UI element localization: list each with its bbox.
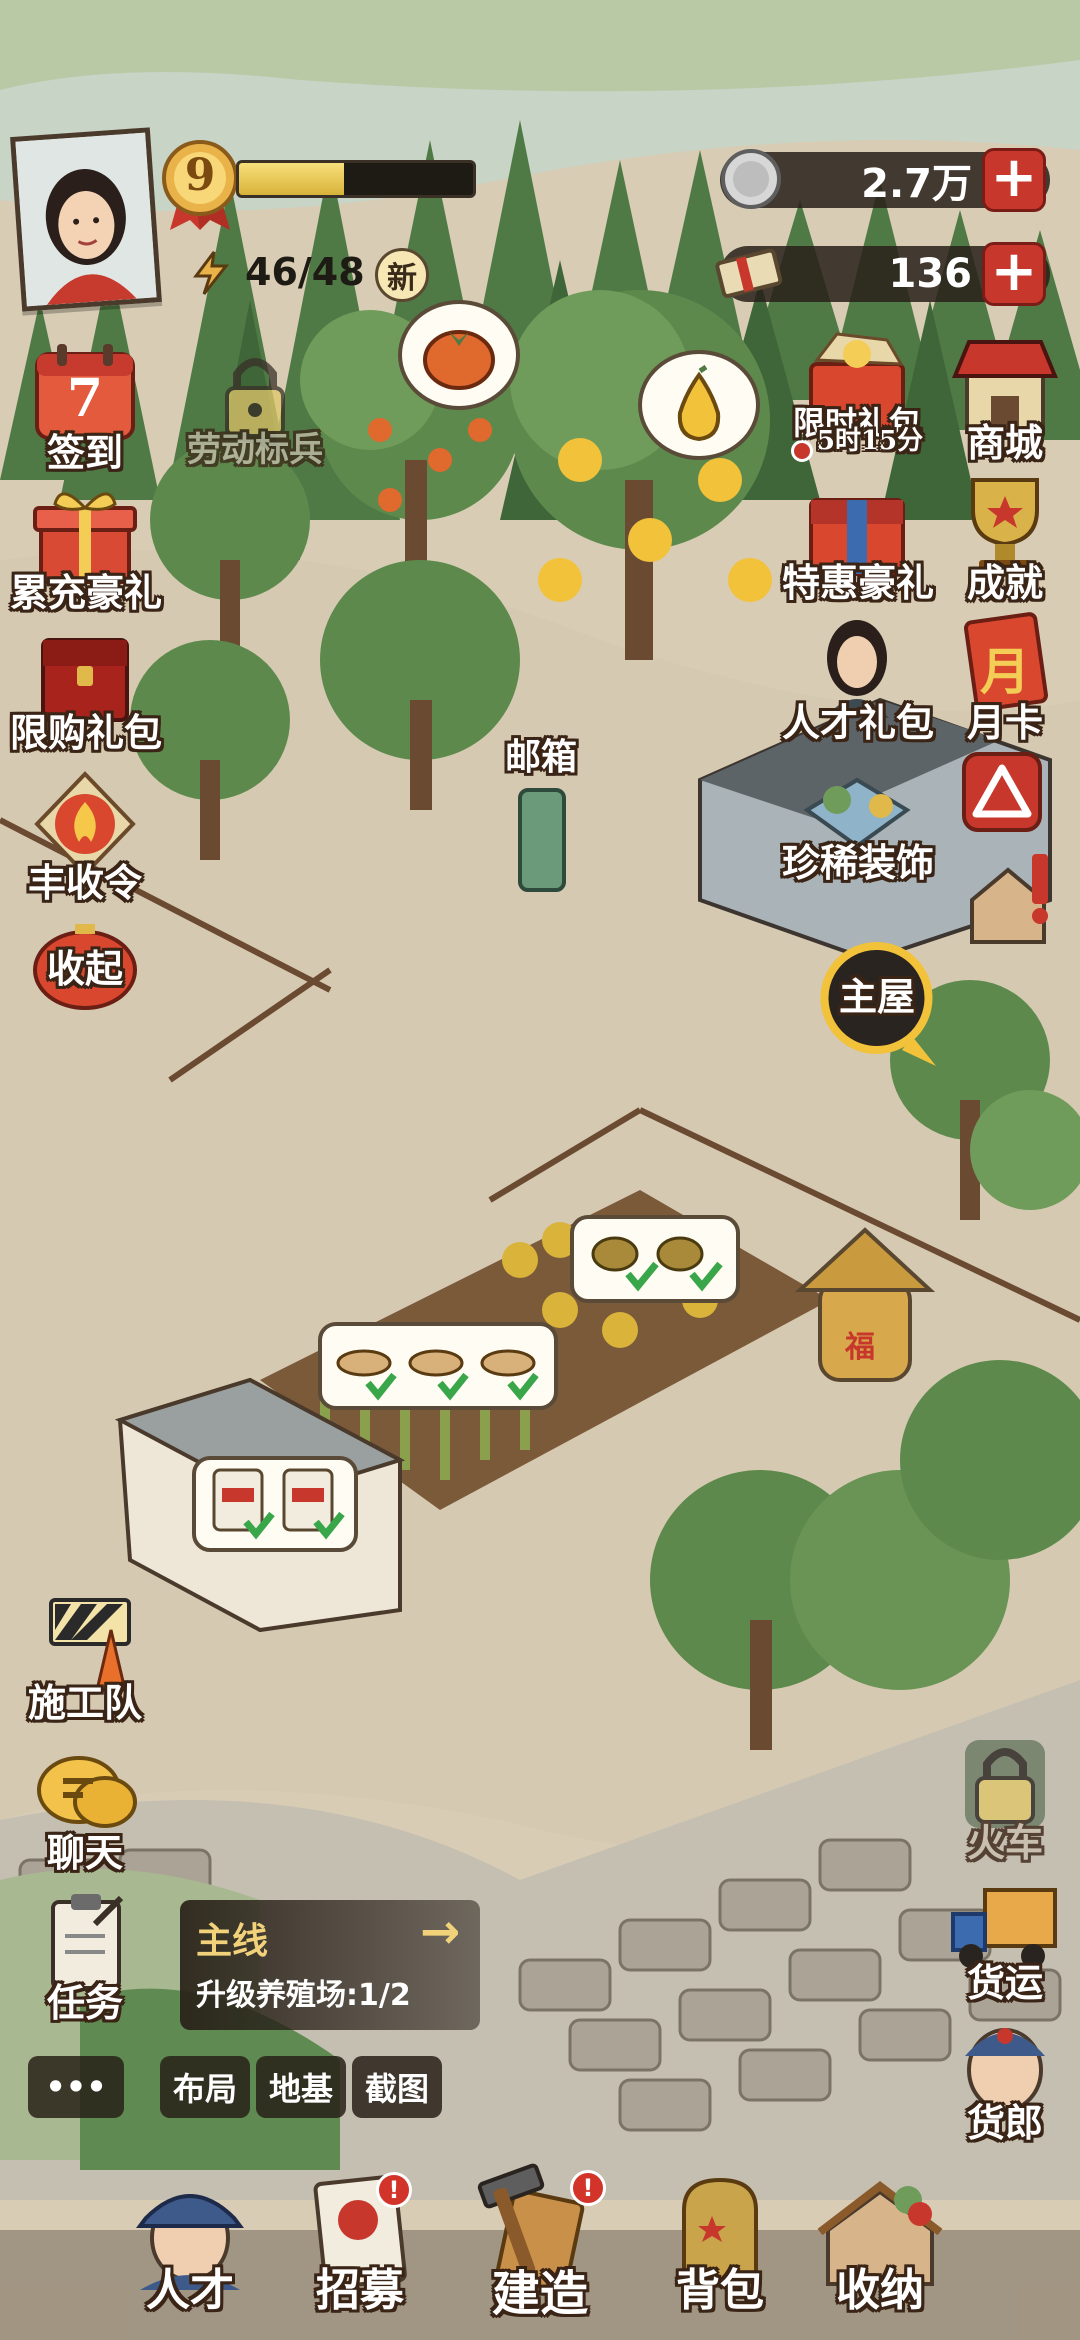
checkin-label: 签到 bbox=[46, 430, 123, 475]
stamina-counter: 46/48 bbox=[245, 250, 365, 294]
harvest-order-button[interactable]: 丰收令 bbox=[10, 770, 160, 907]
peddler-label: 货郎 bbox=[966, 2100, 1043, 2145]
player-avatar[interactable] bbox=[10, 127, 162, 312]
peddler-button[interactable]: 货郎 bbox=[930, 2010, 1080, 2147]
foundation-button[interactable]: 地基 bbox=[256, 2056, 346, 2118]
build-alert-button[interactable] bbox=[958, 850, 1058, 950]
timed-gift-timer: 5时15分 bbox=[816, 425, 924, 456]
mailbox-label[interactable]: 邮箱 bbox=[505, 728, 577, 780]
level-badge[interactable]: 9 bbox=[160, 140, 240, 230]
checkin-day: 7 bbox=[66, 368, 104, 429]
train-locked-button[interactable]: 火车 bbox=[930, 1730, 1080, 1867]
shop-label: 商城 bbox=[966, 420, 1043, 465]
construction-team-label: 施工队 bbox=[27, 1680, 142, 1725]
lightning-icon bbox=[188, 250, 234, 296]
bottom-nav-bar: 人才 ! 招募 ! 建造 背包 收纳 bbox=[0, 2163, 1080, 2340]
xp-progress-bar bbox=[236, 160, 476, 198]
more-button[interactable]: ••• bbox=[28, 2056, 124, 2118]
main-house-label: 主屋 bbox=[838, 974, 915, 1019]
peanut-ready-bubble[interactable] bbox=[318, 1322, 558, 1410]
nav-build[interactable]: ! 建造 bbox=[460, 2160, 620, 2324]
house-alert-icon bbox=[970, 854, 1048, 944]
coins-value: 2.7万 bbox=[861, 161, 972, 207]
persimmon-icon bbox=[423, 330, 495, 390]
feed-bag-icon bbox=[212, 1468, 345, 1540]
special-gift-label: 特惠豪礼 bbox=[782, 560, 935, 605]
recharge-gift-label: 累充豪礼 bbox=[10, 570, 163, 615]
tickets-value: 136 bbox=[888, 251, 973, 297]
xp-progress-fill bbox=[239, 163, 345, 195]
feed-bag-ready-bubble[interactable] bbox=[192, 1456, 358, 1552]
new-badge[interactable]: 新 bbox=[375, 248, 429, 302]
chat-button[interactable]: 聊天 bbox=[10, 1740, 160, 1877]
tasks-button[interactable]: 任务 bbox=[10, 1890, 160, 2027]
construction-team-button[interactable]: 施工队 bbox=[10, 1590, 160, 1727]
quest-title: 主线 bbox=[196, 1920, 269, 1962]
talent-gift-button[interactable]: 人才礼包 bbox=[782, 610, 935, 747]
shop-button[interactable]: 商城 bbox=[930, 330, 1080, 467]
add-tickets-button[interactable]: + bbox=[982, 242, 1046, 306]
special-gift-button[interactable]: 特惠豪礼 bbox=[782, 470, 935, 607]
screenshot-button[interactable]: 截图 bbox=[352, 2056, 442, 2118]
quest-description: 升级养殖场:1/2 bbox=[196, 1978, 411, 2013]
tasks-label: 任务 bbox=[46, 1980, 123, 2025]
silver-coin-icon bbox=[718, 146, 784, 212]
add-coins-button[interactable]: + bbox=[982, 148, 1046, 212]
nav-storage[interactable]: 收纳 bbox=[800, 2170, 960, 2318]
rare-decor-button[interactable]: 珍稀装饰 bbox=[782, 750, 935, 887]
harvest-order-label: 丰收令 bbox=[27, 860, 142, 905]
recharge-gift-button[interactable]: 累充豪礼 bbox=[10, 480, 163, 617]
pear-ready-bubble[interactable] bbox=[638, 350, 760, 460]
collapse-label: 收起 bbox=[46, 946, 123, 991]
freight-button[interactable]: 货运 bbox=[930, 1870, 1080, 2007]
level-number: 9 bbox=[184, 150, 216, 201]
warning-icon bbox=[972, 764, 1032, 818]
locked-recruit-label: 劳动标兵 bbox=[187, 430, 323, 470]
rare-decor-label: 珍稀装饰 bbox=[782, 840, 935, 885]
recruit-alert-dot: ! bbox=[376, 2172, 412, 2208]
warning-triangle-button[interactable] bbox=[962, 752, 1042, 832]
tickets-counter: 136 + bbox=[715, 242, 1050, 306]
monthly-card-label: 月卡 bbox=[966, 700, 1043, 745]
persimmon-ready-bubble[interactable] bbox=[398, 300, 520, 410]
monthly-card-button[interactable]: 月 月卡 bbox=[930, 610, 1080, 747]
wheat-bundle-icon bbox=[591, 1236, 723, 1292]
chat-label: 聊天 bbox=[46, 1830, 123, 1875]
locked-recruit-button[interactable]: 劳动标兵 bbox=[180, 340, 330, 471]
peanut-icon bbox=[336, 1349, 539, 1401]
girl-portrait-icon bbox=[15, 132, 157, 307]
nav-recruit[interactable]: ! 招募 bbox=[280, 2170, 440, 2318]
limited-gift-button[interactable]: 限购礼包 bbox=[10, 620, 163, 757]
main-house-button[interactable]: 主屋 bbox=[812, 940, 942, 1070]
freight-label: 货运 bbox=[966, 1960, 1043, 2005]
nav-talent[interactable]: 人才 bbox=[110, 2170, 270, 2318]
collapse-button[interactable]: 收起 bbox=[10, 910, 160, 1010]
achievement-label: 成就 bbox=[966, 560, 1043, 605]
nav-backpack[interactable]: 背包 bbox=[640, 2170, 800, 2318]
checkin-button[interactable]: 7 签到 bbox=[10, 340, 160, 477]
granary-sign: 福 bbox=[845, 1330, 875, 1365]
quest-go-arrow[interactable]: → bbox=[420, 1904, 460, 1960]
talent-gift-label: 人才礼包 bbox=[782, 700, 935, 745]
pear-icon bbox=[677, 365, 721, 442]
achievement-button[interactable]: 成就 bbox=[930, 470, 1080, 607]
limited-gift-label: 限购礼包 bbox=[10, 710, 163, 755]
layout-button[interactable]: 布局 bbox=[160, 2056, 250, 2118]
train-locked-label: 火车 bbox=[966, 1820, 1043, 1865]
coins-counter: 2.7万 + bbox=[720, 148, 1050, 212]
timed-gift-button[interactable]: 限时礼包 5时15分 bbox=[782, 330, 932, 462]
wheat-ready-bubble[interactable] bbox=[570, 1215, 740, 1303]
cash-bundle-icon bbox=[714, 238, 786, 304]
build-alert-dot: ! bbox=[570, 2170, 606, 2206]
